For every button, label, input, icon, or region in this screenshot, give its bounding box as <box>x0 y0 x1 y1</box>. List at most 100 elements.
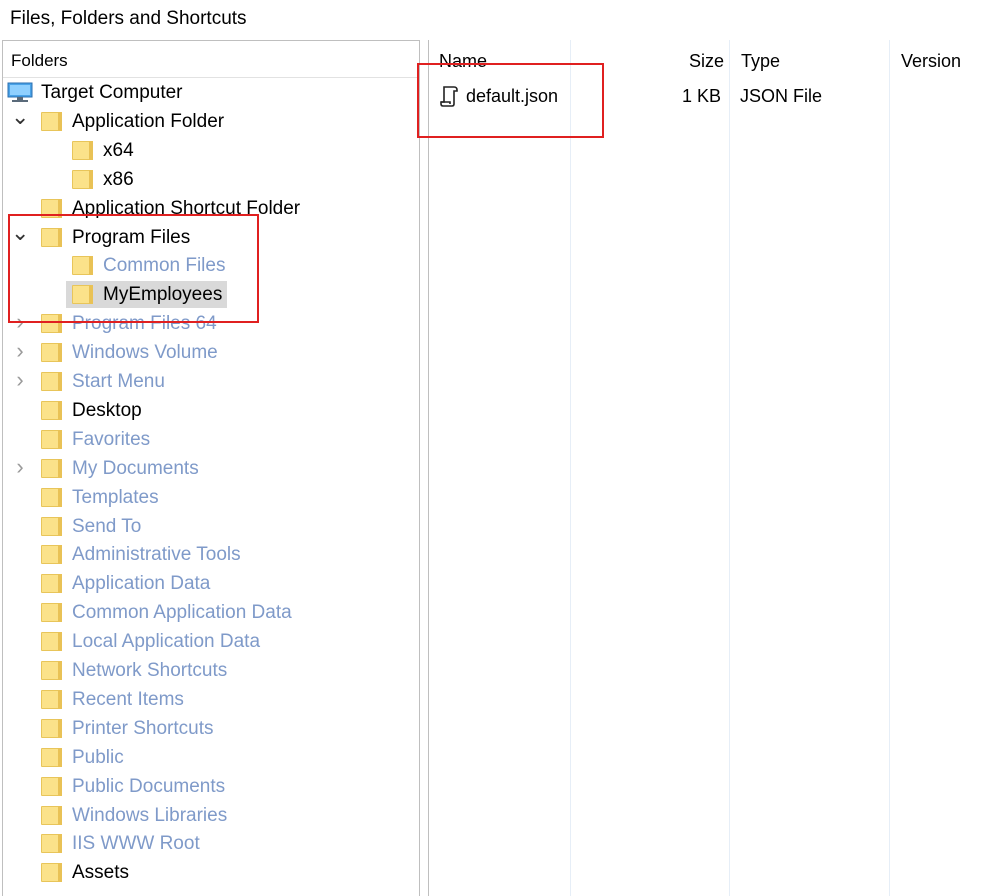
folder-tree-item[interactable]: Recent Items <box>3 685 419 714</box>
folder-icon <box>41 603 62 623</box>
chevron-right-icon[interactable]: › <box>11 367 29 396</box>
computer-icon <box>7 82 33 102</box>
folders-header[interactable]: Folders <box>3 41 419 78</box>
folder-tree-item-label: IIS WWW Root <box>72 833 200 855</box>
folder-icon <box>41 632 62 652</box>
column-header-version[interactable]: Version <box>901 40 961 80</box>
folder-icon <box>41 314 62 334</box>
folder-icon <box>41 198 62 218</box>
folder-tree-item-label: Desktop <box>72 399 142 421</box>
folder-tree-item-label: Templates <box>72 486 159 508</box>
folder-icon <box>41 111 62 131</box>
folder-tree-item[interactable]: › My Documents <box>3 454 419 483</box>
folder-tree-item-label: Network Shortcuts <box>72 660 228 681</box>
folder-tree-item-label: Recent Items <box>72 688 184 710</box>
folder-tree-item[interactable]: Common Files <box>3 251 419 280</box>
folder-tree-item[interactable]: x64 <box>3 136 419 165</box>
folder-tree-item[interactable]: Assets <box>3 858 419 887</box>
folder-tree-item-label: Application Folder <box>72 110 225 132</box>
file-name: default.json <box>466 86 559 106</box>
folder-icon <box>41 834 62 854</box>
folder-tree-item[interactable]: Desktop <box>3 396 419 425</box>
folder-tree-item[interactable]: MyEmployees <box>3 280 419 309</box>
chevron-down-icon[interactable]: ⌄ <box>11 221 29 252</box>
file-row[interactable]: default.json 1 KB JSON File <box>429 81 999 111</box>
json-file-icon <box>440 86 458 107</box>
folder-icon <box>41 429 62 449</box>
folder-tree-item[interactable]: › Start Menu <box>3 367 419 396</box>
folder-tree-item[interactable]: Templates <box>3 483 419 512</box>
folder-tree-item[interactable]: Send To <box>3 512 419 541</box>
folder-tree-item-label: Application Data <box>72 573 211 595</box>
folder-tree-item-label: Start Menu <box>72 371 165 392</box>
folder-tree-item-label: Windows Libraries <box>72 804 228 826</box>
folder-icon <box>41 458 62 478</box>
folder-tree-item-label: MyEmployees <box>103 284 223 306</box>
folder-tree-item-label: Target Computer <box>41 82 183 103</box>
chevron-right-icon[interactable]: › <box>11 454 29 483</box>
chevron-down-icon[interactable]: ⌄ <box>11 105 29 136</box>
column-separator <box>889 40 890 896</box>
folder-tree-item-label: Assets <box>72 862 130 884</box>
folder-tree-item[interactable]: Public <box>3 743 419 772</box>
folder-tree-item-label: Application Shortcut Folder <box>72 197 301 219</box>
folder-tree-item[interactable]: ⌄ Application Folder <box>3 105 419 136</box>
folder-tree-item-label: x64 <box>103 139 134 161</box>
folder-icon <box>41 343 62 363</box>
folder-tree-item-label: My Documents <box>72 457 199 479</box>
file-size: 1 KB <box>682 86 722 106</box>
folder-tree-item-label: Administrative Tools <box>72 544 241 566</box>
folder-icon <box>41 487 62 507</box>
folder-icon <box>41 574 62 594</box>
folder-tree-item-label: Common Files <box>103 255 226 277</box>
folder-tree-item-label: Favorites <box>72 428 151 450</box>
folder-icon <box>41 227 62 247</box>
column-header-size[interactable]: Size <box>689 40 724 80</box>
folder-tree-item-label: Program Files 64 <box>72 313 217 335</box>
folder-icon <box>72 140 93 160</box>
file-type: JSON File <box>740 86 823 106</box>
folder-tree-item[interactable]: Windows Libraries <box>3 801 419 830</box>
folder-tree-item-label: Program Files <box>72 226 191 248</box>
files-panel: Name Size Type Version default.json 1 KB… <box>428 40 999 896</box>
folder-tree-item[interactable]: IIS WWW Root <box>3 829 419 858</box>
folder-tree-item-label: x86 <box>103 168 134 190</box>
folder-tree-item[interactable]: Application Data <box>3 569 419 598</box>
folder-icon <box>41 400 62 420</box>
column-header-type[interactable]: Type <box>741 40 780 80</box>
folder-tree-item[interactable]: Favorites <box>3 425 419 454</box>
folder-tree-item-label: Printer Shortcuts <box>72 717 214 739</box>
folder-tree-item[interactable]: Printer Shortcuts <box>3 714 419 743</box>
folder-icon <box>41 689 62 709</box>
folder-tree-item-label: Windows Volume <box>72 342 218 364</box>
folder-tree-item[interactable]: Target Computer <box>3 78 419 107</box>
folder-icon <box>41 545 62 565</box>
folder-tree-item[interactable]: Application Shortcut Folder <box>3 194 419 223</box>
folder-icon <box>41 661 62 680</box>
chevron-right-icon[interactable]: › <box>11 309 29 338</box>
folder-tree-item[interactable]: x86 <box>3 165 419 194</box>
column-header-name[interactable]: Name <box>439 40 487 80</box>
folder-icon <box>72 169 93 189</box>
folder-tree-item[interactable]: Local Application Data <box>3 627 419 656</box>
folder-icon <box>41 863 62 883</box>
chevron-right-icon[interactable]: › <box>11 338 29 367</box>
folder-tree-item-label: Send To <box>72 515 142 537</box>
folder-tree-item[interactable]: Network Shortcuts <box>3 656 419 685</box>
folder-tree-item[interactable]: › Windows Volume <box>3 338 419 367</box>
folder-tree-item[interactable]: Common Application Data <box>3 598 419 627</box>
folder-tree-item[interactable]: Administrative Tools <box>3 540 419 569</box>
window-title: Files, Folders and Shortcuts <box>10 8 247 29</box>
column-separator <box>729 40 730 896</box>
folder-tree-item-label: Local Application Data <box>72 631 261 653</box>
folder-tree-item[interactable]: › Program Files 64 <box>3 309 419 338</box>
folder-icon <box>41 747 62 767</box>
folder-icon <box>41 805 62 825</box>
folder-tree-item[interactable]: Public Documents <box>3 772 419 801</box>
column-separator <box>570 40 571 896</box>
folder-icon <box>41 776 62 796</box>
folder-tree-item-label: Public Documents <box>72 775 226 797</box>
folder-tree-item[interactable]: ⌄ Program Files <box>3 221 419 252</box>
folders-panel: Folders Target Computer ⌄ Application Fold… <box>2 40 420 896</box>
folder-icon <box>41 516 62 536</box>
